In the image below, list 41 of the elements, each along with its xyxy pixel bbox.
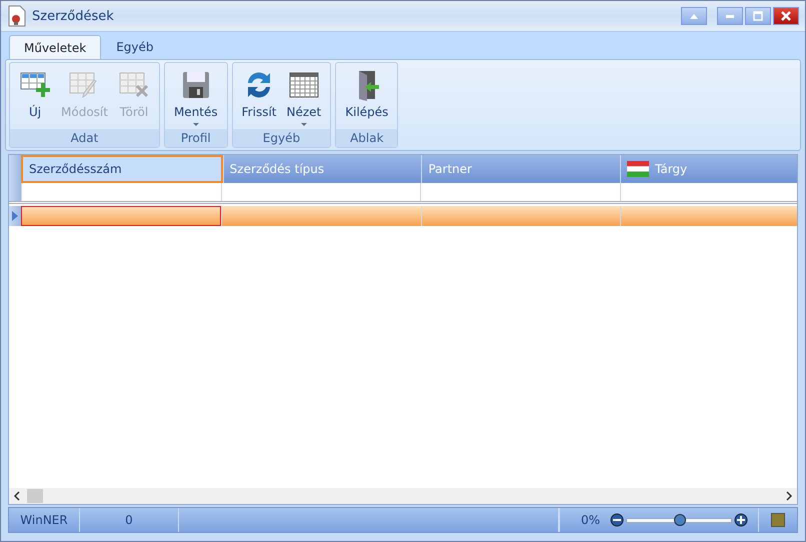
ribbon-tab[interactable]: Műveletek — [9, 35, 102, 59]
status-app-name: WinNER — [9, 508, 80, 532]
slider-thumb[interactable] — [674, 514, 686, 526]
dropdown-caret-icon — [300, 123, 307, 126]
window-title: Szerződések — [32, 8, 114, 24]
table-cell[interactable] — [21, 206, 222, 226]
ribbon-button[interactable]: Frissít — [236, 63, 282, 129]
ribbon-button[interactable]: Kilépés — [340, 63, 394, 129]
scrollbar-thumb[interactable] — [27, 489, 43, 503]
group-label: Egyéb — [232, 129, 330, 147]
collapse-ribbon-button[interactable] — [681, 7, 707, 25]
status-count: 0 — [80, 508, 179, 532]
row-pointer-icon — [12, 211, 18, 221]
scroll-right-icon — [785, 491, 793, 501]
flag-icon — [627, 161, 650, 177]
document-icon — [7, 5, 27, 27]
table-row[interactable] — [9, 206, 797, 226]
ribbon-button[interactable]: Nézet — [281, 63, 326, 129]
maximize-icon — [753, 11, 763, 21]
column-header[interactable]: Szerződésszám — [21, 155, 223, 183]
ribbon-button[interactable]: Mentés — [168, 63, 223, 129]
caret-up-icon — [689, 13, 699, 19]
row-header-cell[interactable] — [9, 206, 21, 226]
zoom-in-icon[interactable] — [734, 513, 748, 527]
ribbon-button[interactable]: Új — [14, 63, 56, 129]
group-label: Adat — [10, 129, 159, 147]
close-button[interactable] — [773, 7, 799, 25]
scroll-left-icon — [13, 491, 21, 501]
row-header-cell — [9, 155, 21, 183]
group-label: Ablak — [336, 129, 398, 147]
horizontal-scrollbar[interactable] — [9, 488, 797, 504]
zoom-out-icon[interactable] — [610, 513, 624, 527]
row-header-cell — [9, 183, 21, 201]
status-indicator — [771, 513, 785, 527]
minimize-button[interactable] — [717, 7, 743, 25]
ribbon-tab[interactable]: Egyéb — [101, 35, 169, 59]
minimize-icon — [726, 14, 734, 18]
group-label: Profil — [164, 129, 227, 147]
zoom-percent: 0% — [559, 508, 610, 532]
close-icon — [781, 11, 791, 21]
dropdown-caret-icon — [192, 123, 199, 126]
